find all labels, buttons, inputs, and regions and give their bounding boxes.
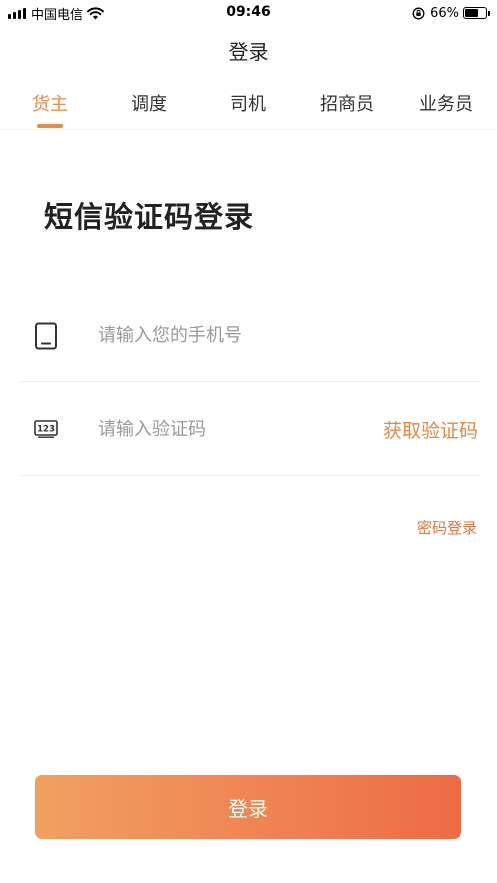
tab-dispatch[interactable]: 调度 [131,90,167,116]
keypad-123-icon: 123 [34,420,58,438]
keypad-icon-text: 123 [37,425,55,435]
tab-recruiter[interactable]: 招商员 [320,90,374,116]
tab-salesperson[interactable]: 业务员 [419,90,473,116]
login-button[interactable]: 登录 [35,775,461,839]
phone-input[interactable] [98,320,358,350]
password-login-link[interactable]: 密码登录 [417,517,477,538]
active-tab-indicator [37,124,63,128]
verification-code-input[interactable] [98,414,358,444]
get-code-button[interactable]: 获取验证码 [383,416,478,443]
code-row: 123 获取验证码 [20,384,480,476]
role-tabs: 货主 调度 司机 招商员 业务员 [0,84,497,130]
rotation-lock-icon [412,7,425,19]
status-bar: 中国电信 09:46 66% [0,0,497,26]
tab-shipper[interactable]: 货主 [32,90,68,116]
login-heading: 短信验证码登录 [44,200,255,234]
login-screen: 中国电信 09:46 66% 登录 货主 调度 司机 招商员 业务员 短信验证码… [0,0,497,883]
battery-icon [463,7,490,19]
status-right: 66% [412,4,490,22]
phone-icon [35,322,57,350]
tab-driver[interactable]: 司机 [230,90,266,116]
phone-row [20,290,480,382]
battery-percent: 66% [430,5,459,21]
battery-level [465,9,479,17]
page-title: 登录 [228,40,269,64]
